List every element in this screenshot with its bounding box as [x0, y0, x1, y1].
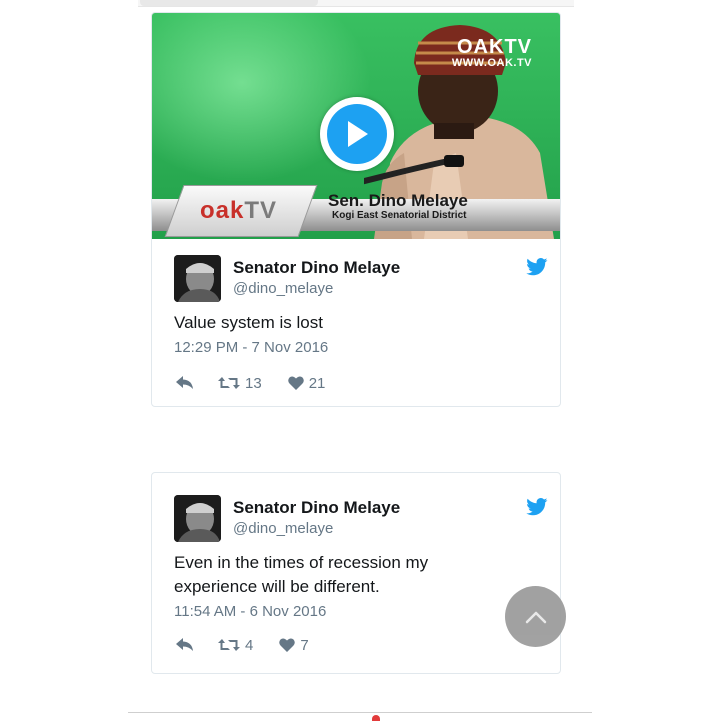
- reply-icon: [176, 376, 193, 389]
- reply-button[interactable]: [176, 638, 194, 652]
- tweet-header: Senator Dino Melaye @dino_melaye: [174, 495, 548, 543]
- retweet-icon: [218, 639, 240, 651]
- reply-button[interactable]: [176, 376, 194, 390]
- tweet-actions: 4 7: [174, 635, 538, 655]
- retweet-icon: [218, 377, 240, 389]
- avatar-image: [174, 495, 221, 542]
- heart-icon: [279, 638, 296, 652]
- avatar[interactable]: [174, 255, 221, 302]
- embedded-tweet-card[interactable]: OAKTV WWW.OAK.TV oakTV Sen. Dino Melaye …: [151, 12, 561, 407]
- lower-third-logo: oakTV: [200, 197, 277, 225]
- watermark-logo: OAKTV: [457, 36, 532, 58]
- like-button[interactable]: 7: [279, 636, 309, 654]
- tweet-body: Senator Dino Melaye @dino_melaye Even in…: [152, 473, 560, 655]
- video-thumbnail[interactable]: OAKTV WWW.OAK.TV oakTV Sen. Dino Melaye …: [152, 13, 560, 239]
- like-count: 21: [308, 374, 326, 392]
- lower-third-logo-main: oak: [200, 197, 245, 224]
- play-button[interactable]: [320, 97, 394, 171]
- tweet-text: Even in the times of recession my experi…: [174, 553, 429, 596]
- lower-third: oakTV Sen. Dino Melaye Kogi East Senator…: [152, 185, 560, 239]
- play-icon: [348, 121, 368, 147]
- embedded-tweet-card[interactable]: Senator Dino Melaye @dino_melaye Even in…: [151, 472, 561, 674]
- lower-third-subtitle: Kogi East Senatorial District: [332, 210, 467, 221]
- chevron-up-icon: [525, 611, 546, 623]
- twitter-bird-icon[interactable]: [526, 258, 548, 276]
- scroll-to-top-button[interactable]: [505, 586, 566, 647]
- like-button[interactable]: 21: [287, 374, 326, 392]
- author-handle[interactable]: @dino_melaye: [233, 280, 333, 297]
- play-button-inner: [327, 104, 387, 164]
- avatar-image: [174, 255, 221, 302]
- tweet-text: Value system is lost: [174, 313, 323, 332]
- top-bar-segment: [140, 0, 318, 6]
- tweet-timestamp[interactable]: 11:54 AM - 6 Nov 2016: [174, 603, 538, 620]
- heart-icon: [287, 376, 304, 390]
- reply-icon: [176, 638, 193, 651]
- bottom-indicator: [372, 715, 380, 721]
- bottom-divider: [128, 712, 592, 713]
- retweet-count: 13: [245, 374, 262, 392]
- tweet-body: Senator Dino Melaye @dino_melaye Value s…: [152, 239, 560, 393]
- like-count: 7: [300, 636, 309, 654]
- tweet-timestamp[interactable]: 12:29 PM - 7 Nov 2016: [174, 339, 538, 356]
- twitter-bird-icon[interactable]: [526, 498, 548, 516]
- lower-third-logo-accent: TV: [244, 197, 278, 224]
- retweet-button[interactable]: 13: [218, 375, 262, 392]
- tweet-actions: 13 21: [174, 373, 538, 393]
- author-name[interactable]: Senator Dino Melaye: [233, 498, 400, 518]
- top-bar: [138, 0, 574, 7]
- author-name[interactable]: Senator Dino Melaye: [233, 258, 400, 278]
- avatar[interactable]: [174, 495, 221, 542]
- lower-third-name: Sen. Dino Melaye: [328, 191, 468, 210]
- retweet-button[interactable]: 4: [218, 637, 253, 654]
- author-handle[interactable]: @dino_melaye: [233, 520, 333, 537]
- watermark-url: WWW.OAK.TV: [451, 57, 532, 69]
- oaktv-watermark: OAKTV WWW.OAK.TV: [452, 37, 532, 69]
- tweet-header: Senator Dino Melaye @dino_melaye: [174, 255, 548, 303]
- retweet-count: 4: [245, 636, 254, 654]
